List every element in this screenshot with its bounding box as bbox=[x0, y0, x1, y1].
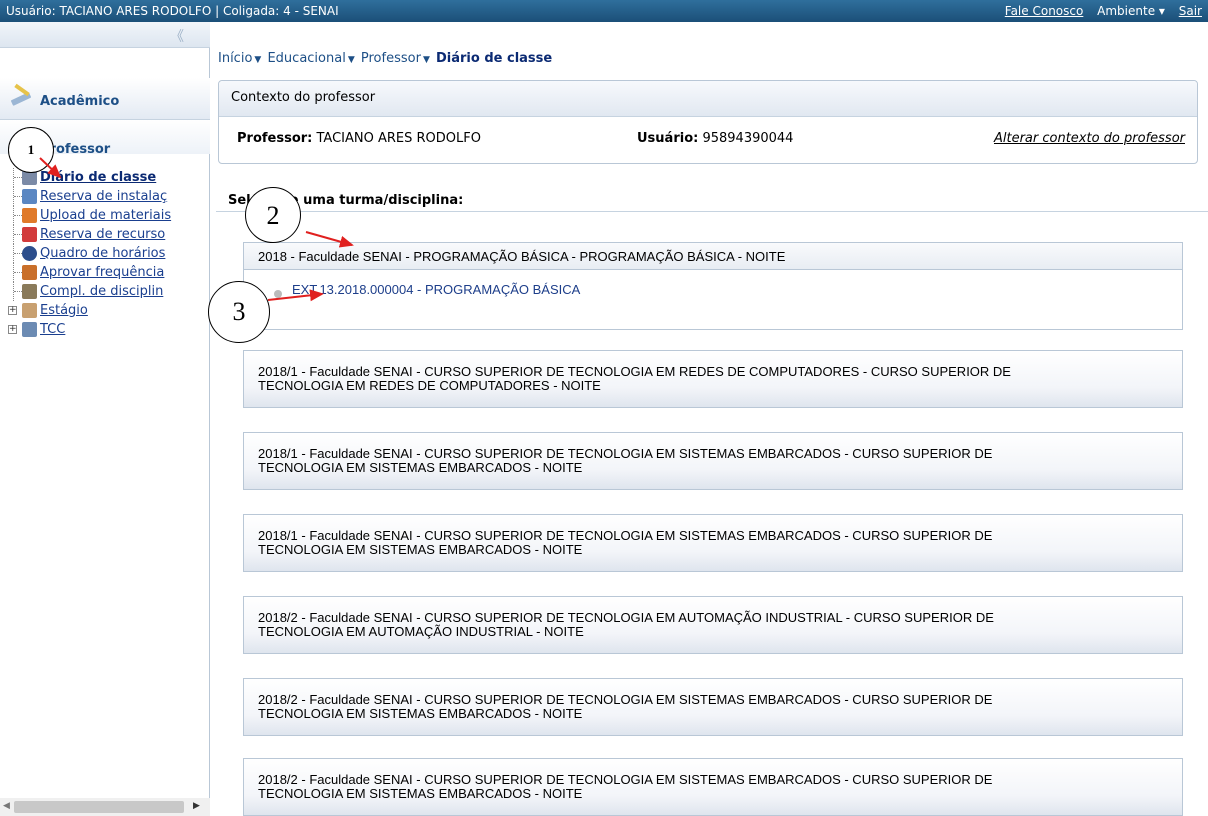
sidebar-item-label[interactable]: TCC bbox=[40, 322, 65, 337]
sidebar-item-reserva-instalacoes[interactable]: Reserva de instalaç bbox=[0, 187, 210, 206]
sidebar-item-quadro-horarios[interactable]: Quadro de horários bbox=[0, 244, 210, 263]
class-period-text: 2018/2 - Faculdade SENAI - CURSO SUPERIO… bbox=[258, 692, 993, 721]
sidebar-item-upload[interactable]: Upload de materiais bbox=[0, 206, 210, 225]
callout-3: 3 bbox=[208, 281, 270, 343]
radio-icon[interactable] bbox=[274, 290, 282, 298]
scroll-icon bbox=[22, 284, 37, 299]
scroll-left-icon[interactable]: ◀ bbox=[3, 801, 10, 811]
class-period-text: 2018/2 - Faculdade SENAI - CURSO SUPERIO… bbox=[258, 772, 993, 801]
collapse-icon[interactable]: 《 bbox=[170, 26, 184, 46]
sidebar-collapse-bar: 《 bbox=[0, 22, 210, 48]
class-period-card[interactable]: 2018/2 - Faculdade SENAI - CURSO SUPERIO… bbox=[243, 678, 1183, 736]
scroll-right-icon[interactable]: ▶ bbox=[193, 801, 200, 811]
upload-icon bbox=[22, 208, 37, 223]
sidebar-item-label[interactable]: Diário de classe bbox=[40, 170, 156, 185]
pencil-ruler-icon bbox=[10, 83, 32, 106]
change-context-link[interactable]: Alterar contexto do professor bbox=[994, 131, 1185, 146]
sidebar-item-label[interactable]: Quadro de horários bbox=[40, 246, 165, 261]
sidebar-item-reserva-recursos[interactable]: Reserva de recurso bbox=[0, 225, 210, 244]
chevron-down-icon: ▼ bbox=[422, 55, 430, 65]
callout-1: 1 bbox=[8, 127, 54, 173]
top-bar: Usuário: TACIANO ARES RODOLFO | Coligada… bbox=[0, 0, 1208, 22]
contact-link[interactable]: Fale Conosco bbox=[1005, 4, 1084, 18]
context-title: Contexto do professor bbox=[219, 81, 1197, 117]
chevron-down-icon: ▼ bbox=[347, 55, 355, 65]
approve-icon bbox=[22, 265, 37, 280]
class-period-card[interactable]: 2018 - Faculdade SENAI - PROGRAMAÇÃO BÁS… bbox=[243, 242, 1183, 270]
building-icon bbox=[22, 189, 37, 204]
class-period-text: 2018/1 - Faculdade SENAI - CURSO SUPERIO… bbox=[258, 528, 993, 557]
sidebar-item-label[interactable]: Upload de materiais bbox=[40, 208, 171, 223]
context-row: Professor: TACIANO ARES RODOLFO Usuário:… bbox=[219, 117, 1197, 163]
checkbox-icon bbox=[22, 227, 37, 242]
subject-link[interactable]: EXT.13.2018.000004 - PROGRAMAÇÃO BÁSICA bbox=[292, 282, 1162, 297]
class-period-card[interactable]: 2018/1 - Faculdade SENAI - CURSO SUPERIO… bbox=[243, 350, 1183, 408]
select-heading: Selecione uma turma/disciplina: bbox=[216, 190, 1208, 212]
sidebar-item-label[interactable]: Estágio bbox=[40, 303, 88, 318]
sidebar-menu: Diário de classe Reserva de instalaç Upl… bbox=[0, 168, 210, 339]
sidebar-scrollbar[interactable]: ◀ ▶ bbox=[0, 798, 210, 816]
class-period-text: 2018/1 - Faculdade SENAI - CURSO SUPERIO… bbox=[258, 364, 1011, 393]
sidebar-item-estagio[interactable]: + Estágio bbox=[0, 301, 210, 320]
class-period-card[interactable]: 2018/2 - Faculdade SENAI - CURSO SUPERIO… bbox=[243, 758, 1183, 816]
class-period-text: 2018 - Faculdade SENAI - PROGRAMAÇÃO BÁS… bbox=[258, 249, 786, 264]
user-field: Usuário: 95894390044 bbox=[637, 131, 794, 146]
expand-icon[interactable]: + bbox=[8, 306, 17, 315]
sidebar-item-label[interactable]: Reserva de recurso bbox=[40, 227, 165, 242]
breadcrumb-current: Diário de classe bbox=[436, 51, 553, 66]
context-panel: Contexto do professor Professor: TACIANO… bbox=[218, 80, 1198, 164]
class-period-card[interactable]: 2018/2 - Faculdade SENAI - CURSO SUPERIO… bbox=[243, 596, 1183, 654]
sidebar-item-compl-disciplina[interactable]: Compl. de disciplin bbox=[0, 282, 210, 301]
section-title: Acadêmico bbox=[40, 94, 120, 109]
chevron-down-icon: ▼ bbox=[254, 55, 262, 65]
clock-icon bbox=[22, 246, 37, 261]
sidebar-item-label[interactable]: Reserva de instalaç bbox=[40, 189, 167, 204]
user-info: Usuário: TACIANO ARES RODOLFO | Coligada… bbox=[6, 4, 339, 18]
breadcrumb-educacional[interactable]: Educacional bbox=[267, 51, 345, 66]
environment-menu[interactable]: Ambiente ▾ bbox=[1097, 4, 1165, 18]
class-period-text: 2018/1 - Faculdade SENAI - CURSO SUPERIO… bbox=[258, 446, 993, 475]
sidebar-item-label[interactable]: Aprovar frequência bbox=[40, 265, 164, 280]
professor-field: Professor: TACIANO ARES RODOLFO bbox=[237, 131, 481, 146]
logout-link[interactable]: Sair bbox=[1179, 4, 1202, 18]
breadcrumb-home[interactable]: Início bbox=[218, 51, 252, 66]
breadcrumb: Início ▼ Educacional ▼ Professor ▼ Diário d… bbox=[218, 51, 552, 66]
scroll-thumb[interactable] bbox=[14, 801, 184, 813]
breadcrumb-professor[interactable]: Professor bbox=[361, 51, 421, 66]
section-academico[interactable]: Acadêmico bbox=[0, 78, 210, 120]
class-period-card[interactable]: 2018/1 - Faculdade SENAI - CURSO SUPERIO… bbox=[243, 432, 1183, 490]
sidebar-item-label[interactable]: Compl. de disciplin bbox=[40, 284, 163, 299]
class-period-card[interactable]: 2018/1 - Faculdade SENAI - CURSO SUPERIO… bbox=[243, 514, 1183, 572]
document-icon bbox=[22, 322, 37, 337]
class-subject-card: EXT.13.2018.000004 - PROGRAMAÇÃO BÁSICA bbox=[243, 270, 1183, 330]
person-icon bbox=[22, 303, 37, 318]
class-period-text: 2018/2 - Faculdade SENAI - CURSO SUPERIO… bbox=[258, 610, 994, 639]
sidebar-item-tcc[interactable]: + TCC bbox=[0, 320, 210, 339]
sidebar-item-aprovar-frequencia[interactable]: Aprovar frequência bbox=[0, 263, 210, 282]
callout-2: 2 bbox=[245, 187, 301, 243]
top-links: Fale Conosco Ambiente ▾ Sair bbox=[1005, 4, 1202, 18]
expand-icon[interactable]: + bbox=[8, 325, 17, 334]
